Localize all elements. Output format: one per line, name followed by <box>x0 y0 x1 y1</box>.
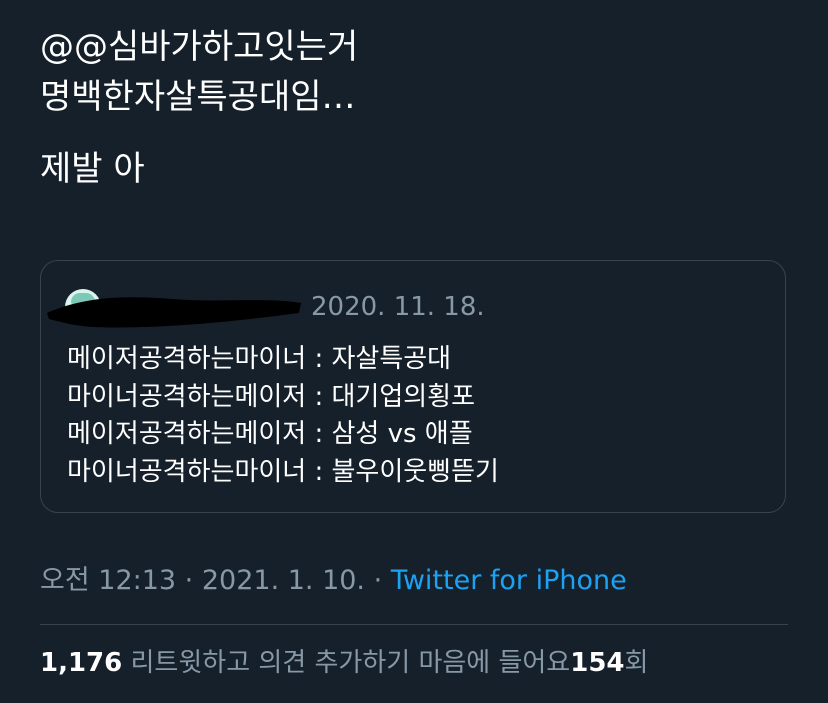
tweet-text-line-3: 제발 아 <box>40 149 145 189</box>
quoted-tweet-line-2: 마이너공격하는메이저 : 대기업의횡포 <box>67 381 476 412</box>
tweet-time[interactable]: 오전 12:13 <box>40 565 176 596</box>
quoted-tweet-line-4: 마이너공격하는마이너 : 불우이웃삥뜯기 <box>67 456 499 487</box>
like-label[interactable]: 마음에 들어요 <box>418 648 570 678</box>
quoted-tweet-text: 메이저공격하는마이너 : 자살특공대 마이너공격하는메이저 : 대기업의횡포 메… <box>67 341 767 491</box>
quoted-tweet-card[interactable]: 2020. 11. 18. 메이저공격하는마이너 : 자살특공대 마이너공격하는… <box>40 260 786 513</box>
quoted-tweet-line-3: 메이저공격하는메이저 : 삼성 vs 애플 <box>67 419 473 449</box>
tweet-body: @@심바가하고잇는거 명백한자살특공대임… 제발 아 <box>40 22 800 194</box>
meta-separator: · <box>373 565 383 596</box>
divider <box>40 624 788 625</box>
meta-separator: · <box>184 565 194 596</box>
quoted-tweet-line-1: 메이저공격하는마이너 : 자살특공대 <box>67 344 452 374</box>
tweet-date[interactable]: 2021. 1. 10. <box>202 565 365 596</box>
quoted-tweet-date: 2020. 11. 18. <box>311 292 485 322</box>
retweet-label[interactable]: 리트윗하고 의견 추가하기 <box>131 648 411 678</box>
tweet-meta: 오전 12:13 · 2021. 1. 10. · Twitter for iP… <box>40 562 627 600</box>
redaction-scribble <box>47 297 301 328</box>
quoted-tweet-header: 2020. 11. 18. <box>47 289 765 328</box>
tweet-stats: 1,176 리트윗하고 의견 추가하기 마음에 들어요154회 <box>40 644 648 682</box>
tweet-source-link[interactable]: Twitter for iPhone <box>391 565 627 596</box>
like-count-suffix: 회 <box>624 648 649 678</box>
like-count[interactable]: 154 <box>570 648 624 678</box>
tweet-text-line-2: 명백한자살특공대임… <box>40 77 356 117</box>
tweet-text-line-1: @@심바가하고잇는거 <box>40 27 359 67</box>
retweet-count[interactable]: 1,176 <box>40 648 122 678</box>
